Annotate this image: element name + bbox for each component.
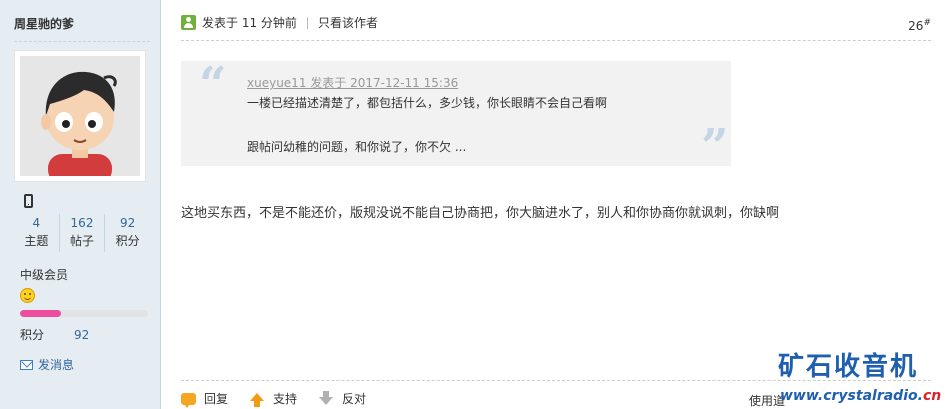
author-sidebar: 周星驰的爹 4 主题 162 帖子 92 积分 中级会员 积分 92 发消息 bbox=[0, 0, 161, 409]
member-level[interactable]: 中级会员 bbox=[20, 266, 68, 283]
points-value: 92 bbox=[74, 328, 90, 342]
stat-topics[interactable]: 4 主题 bbox=[14, 214, 59, 252]
thumb-up-arrow-icon bbox=[250, 392, 265, 407]
level-progress-fill bbox=[20, 310, 61, 317]
quote-block: “ xueyue11 发表于 2017-12-11 15:36 一楼已经描述清楚… bbox=[181, 57, 731, 171]
oppose-button[interactable]: 反对 bbox=[319, 390, 366, 407]
smiley-level-icon bbox=[20, 288, 35, 303]
only-author-link[interactable]: 只看该作者 bbox=[318, 14, 378, 31]
avatar-image bbox=[20, 56, 140, 176]
header-divider bbox=[181, 40, 931, 41]
cartoon-boy-avatar-icon bbox=[20, 56, 140, 176]
stat-topics-value: 4 bbox=[32, 216, 41, 230]
reply-body: 这地买东西，不是不能还价，版规没说不能自己协商把，你大脑进水了，别人和你协商你就… bbox=[181, 206, 780, 221]
stat-topics-label: 主题 bbox=[24, 234, 49, 248]
meta-separator bbox=[306, 16, 308, 29]
open-quote-icon: “ bbox=[199, 57, 227, 113]
send-message-link[interactable]: 发消息 bbox=[20, 356, 74, 373]
points-label: 积分 bbox=[20, 328, 45, 342]
posted-prefix: 发表于 bbox=[202, 16, 239, 30]
floor-value: 26 bbox=[908, 19, 924, 33]
stat-posts[interactable]: 162 帖子 bbox=[58, 214, 105, 252]
close-quote-icon: ” bbox=[701, 119, 729, 175]
avatar[interactable] bbox=[14, 50, 146, 182]
stat-points-label: 积分 bbox=[115, 234, 140, 248]
watermark-url: www.crystalradio.cn bbox=[780, 388, 941, 404]
post-actions: 回复 支持 反对 bbox=[181, 390, 388, 408]
oppose-label: 反对 bbox=[342, 392, 367, 406]
watermark-logo-title: 矿石收音机 bbox=[778, 352, 919, 382]
quote-author-link[interactable]: xueyue11 发表于 2017-12-11 15:36 bbox=[247, 74, 458, 91]
floor-suffix: # bbox=[923, 18, 931, 28]
floor-number[interactable]: 26# bbox=[908, 18, 931, 33]
support-label: 支持 bbox=[273, 392, 298, 406]
send-message-label: 发消息 bbox=[38, 358, 75, 372]
post-meta: 发表于 11 分钟前 只看该作者 bbox=[181, 14, 378, 31]
author-stats: 4 主题 162 帖子 92 积分 bbox=[14, 214, 150, 252]
stat-posts-label: 帖子 bbox=[70, 234, 95, 248]
online-user-icon bbox=[181, 15, 196, 30]
watermark-url-main: www.crystalradio. bbox=[780, 388, 923, 404]
stat-posts-value: 162 bbox=[70, 216, 94, 230]
reply-label: 回复 bbox=[204, 392, 229, 406]
stat-points[interactable]: 92 积分 bbox=[104, 214, 150, 252]
reply-icon bbox=[181, 392, 196, 408]
posted-time: 11 分钟前 bbox=[241, 16, 297, 30]
reply-button[interactable]: 回复 bbox=[181, 390, 229, 408]
author-username[interactable]: 周星驰的爹 bbox=[14, 15, 74, 32]
mobile-phone-icon bbox=[24, 194, 33, 208]
level-progress-bar bbox=[20, 310, 148, 317]
points-row: 积分 92 bbox=[20, 326, 89, 343]
stat-points-value: 92 bbox=[120, 216, 136, 230]
quote-text-line-2: 跟帖问幼稚的问题，和你说了，你不欠 ... bbox=[247, 140, 467, 154]
support-button[interactable]: 支持 bbox=[250, 390, 297, 407]
watermark-url-tld: cn bbox=[922, 388, 942, 404]
quote-text-line-1: 一楼已经描述清楚了，都包括什么，多少钱，你长眼睛不会自己看啊 bbox=[247, 96, 608, 110]
thumb-down-arrow-icon bbox=[319, 390, 334, 405]
envelope-icon bbox=[20, 359, 33, 370]
sidebar-divider bbox=[14, 41, 150, 42]
